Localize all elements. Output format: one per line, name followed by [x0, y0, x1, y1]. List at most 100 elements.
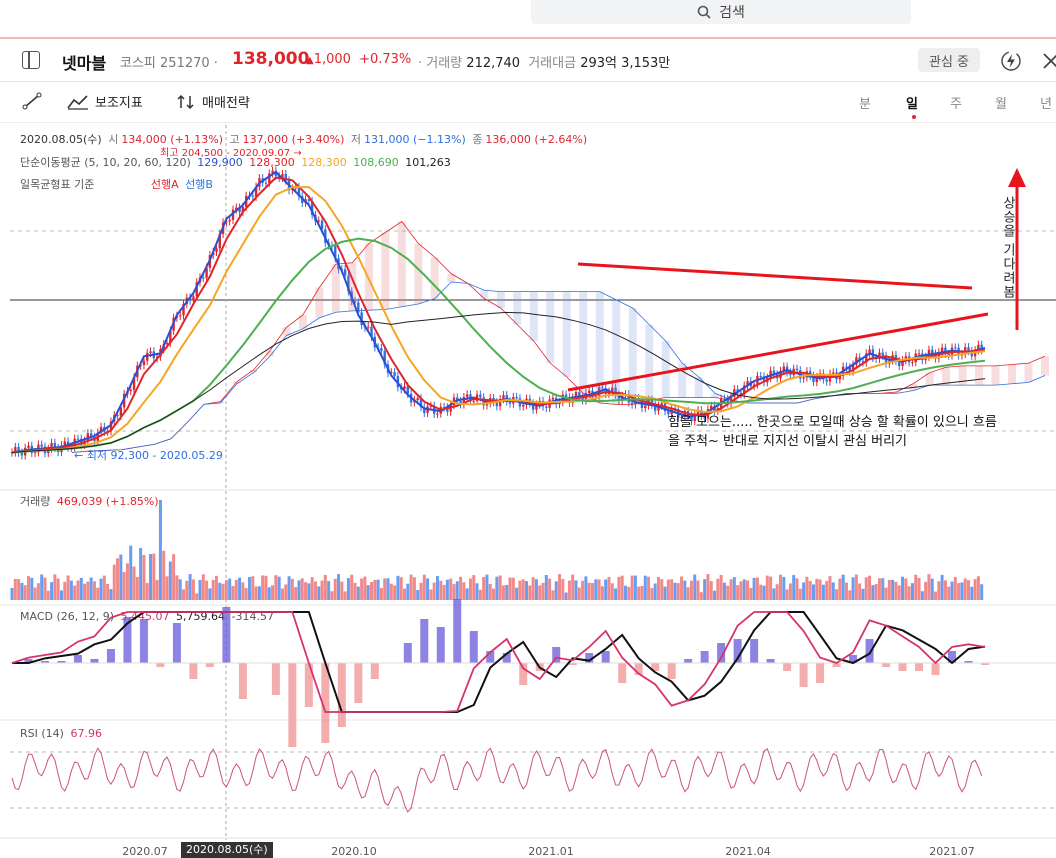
volume-bar	[699, 592, 703, 600]
moving-average-lines	[11, 170, 986, 454]
volume-bar	[607, 576, 611, 600]
volume-bar	[732, 577, 736, 600]
volume-bar	[79, 577, 83, 600]
volume-bar	[116, 558, 120, 600]
volume-bar	[587, 582, 591, 600]
volume-bar	[802, 582, 806, 600]
volume-bar	[574, 580, 578, 600]
volume-bar	[83, 583, 87, 600]
volume-bar	[455, 581, 459, 600]
volume-bar	[313, 581, 317, 600]
volume-bar	[874, 584, 878, 600]
volume-bar	[746, 580, 750, 600]
macd-histogram-bar	[106, 649, 115, 663]
candle-body	[515, 397, 518, 399]
volume-bar	[551, 590, 555, 600]
volume-bar	[663, 586, 667, 600]
volume-bar	[307, 583, 311, 600]
volume-bar	[271, 585, 275, 600]
volume-bar	[43, 577, 47, 600]
candle-body	[795, 368, 799, 371]
volume-bar	[33, 587, 37, 600]
volume-bar	[772, 588, 776, 600]
volume-bar	[943, 580, 947, 600]
volume-bar	[125, 563, 129, 600]
macd-histogram-bar	[882, 663, 891, 667]
volume-bar	[937, 581, 941, 600]
volume-bar	[947, 586, 951, 600]
volume-bar	[20, 582, 24, 600]
volume-bar	[182, 589, 186, 600]
volume-bar	[666, 579, 670, 600]
macd-histogram-bar	[453, 599, 462, 663]
macd-histogram-bar	[139, 619, 148, 663]
volume-bar	[729, 579, 733, 600]
macd-histogram-bar	[73, 655, 82, 663]
macd-histogram-bar	[601, 651, 610, 663]
macd-histogram-bar	[766, 659, 775, 663]
volume-bar	[713, 590, 717, 600]
vertical-note: 상승을 기다려봄	[1000, 196, 1015, 300]
volume-bar	[604, 579, 608, 600]
candle-body	[644, 405, 647, 408]
candle-body	[192, 296, 195, 301]
volume-bar	[63, 581, 67, 600]
volume-bar	[904, 578, 908, 600]
x-tick-label: 2020.07	[122, 845, 168, 858]
volume-bar	[633, 575, 637, 600]
volume-bar	[228, 578, 232, 600]
volume-bar	[132, 566, 136, 600]
volume-bar	[435, 576, 439, 600]
candle-body	[367, 326, 370, 328]
volume-bar	[703, 579, 707, 600]
volume-bar	[973, 579, 977, 600]
volume-bar	[788, 583, 792, 600]
volume-bar	[924, 581, 928, 600]
candle-body	[911, 362, 914, 364]
volume-bar	[914, 574, 918, 600]
volume-bar	[647, 576, 651, 600]
volume-bar	[402, 588, 406, 600]
volume-bar	[561, 578, 565, 600]
volume-bar	[267, 587, 271, 600]
volume-bar	[429, 589, 433, 600]
volume-bar	[383, 578, 387, 600]
volume-bar	[310, 577, 314, 600]
x-tick-label: 2020.10	[331, 845, 377, 858]
candle-body	[802, 377, 805, 379]
volume-bar	[858, 583, 862, 600]
volume-bar	[934, 591, 938, 600]
macd-histogram-bar	[370, 663, 379, 679]
volume-bar	[290, 578, 294, 600]
candle-body	[129, 389, 132, 392]
volume-bar	[759, 584, 763, 600]
volume-bar	[92, 581, 96, 600]
volume-bar	[122, 572, 126, 600]
volume-bar	[854, 574, 858, 600]
volume-bar	[927, 574, 931, 600]
x-tick-label: 2021.07	[929, 845, 975, 858]
volume-bar	[350, 574, 354, 600]
volume-bar	[541, 582, 545, 600]
volume-bar	[284, 584, 288, 600]
candle-body	[33, 452, 37, 454]
volume-bar	[739, 581, 743, 600]
volume-bar	[485, 574, 489, 600]
volume-bar	[653, 583, 657, 600]
volume-bar	[178, 579, 182, 600]
volume-bar	[584, 576, 588, 600]
volume-bar	[145, 583, 149, 600]
volume-bar	[139, 547, 143, 600]
volume-bar	[795, 578, 799, 600]
volume-bar	[617, 576, 621, 600]
macd-histogram-bar	[750, 639, 759, 663]
volume-bar	[274, 575, 278, 600]
volume-bar	[521, 579, 525, 600]
volume-bar	[518, 580, 522, 600]
macd-histogram-bar	[915, 663, 924, 671]
x-tick-label: 2021.01	[528, 845, 574, 858]
volume-bar	[818, 579, 822, 600]
macd-histogram-bar	[172, 623, 181, 663]
candle-body	[40, 444, 43, 447]
volume-bar	[686, 587, 690, 600]
